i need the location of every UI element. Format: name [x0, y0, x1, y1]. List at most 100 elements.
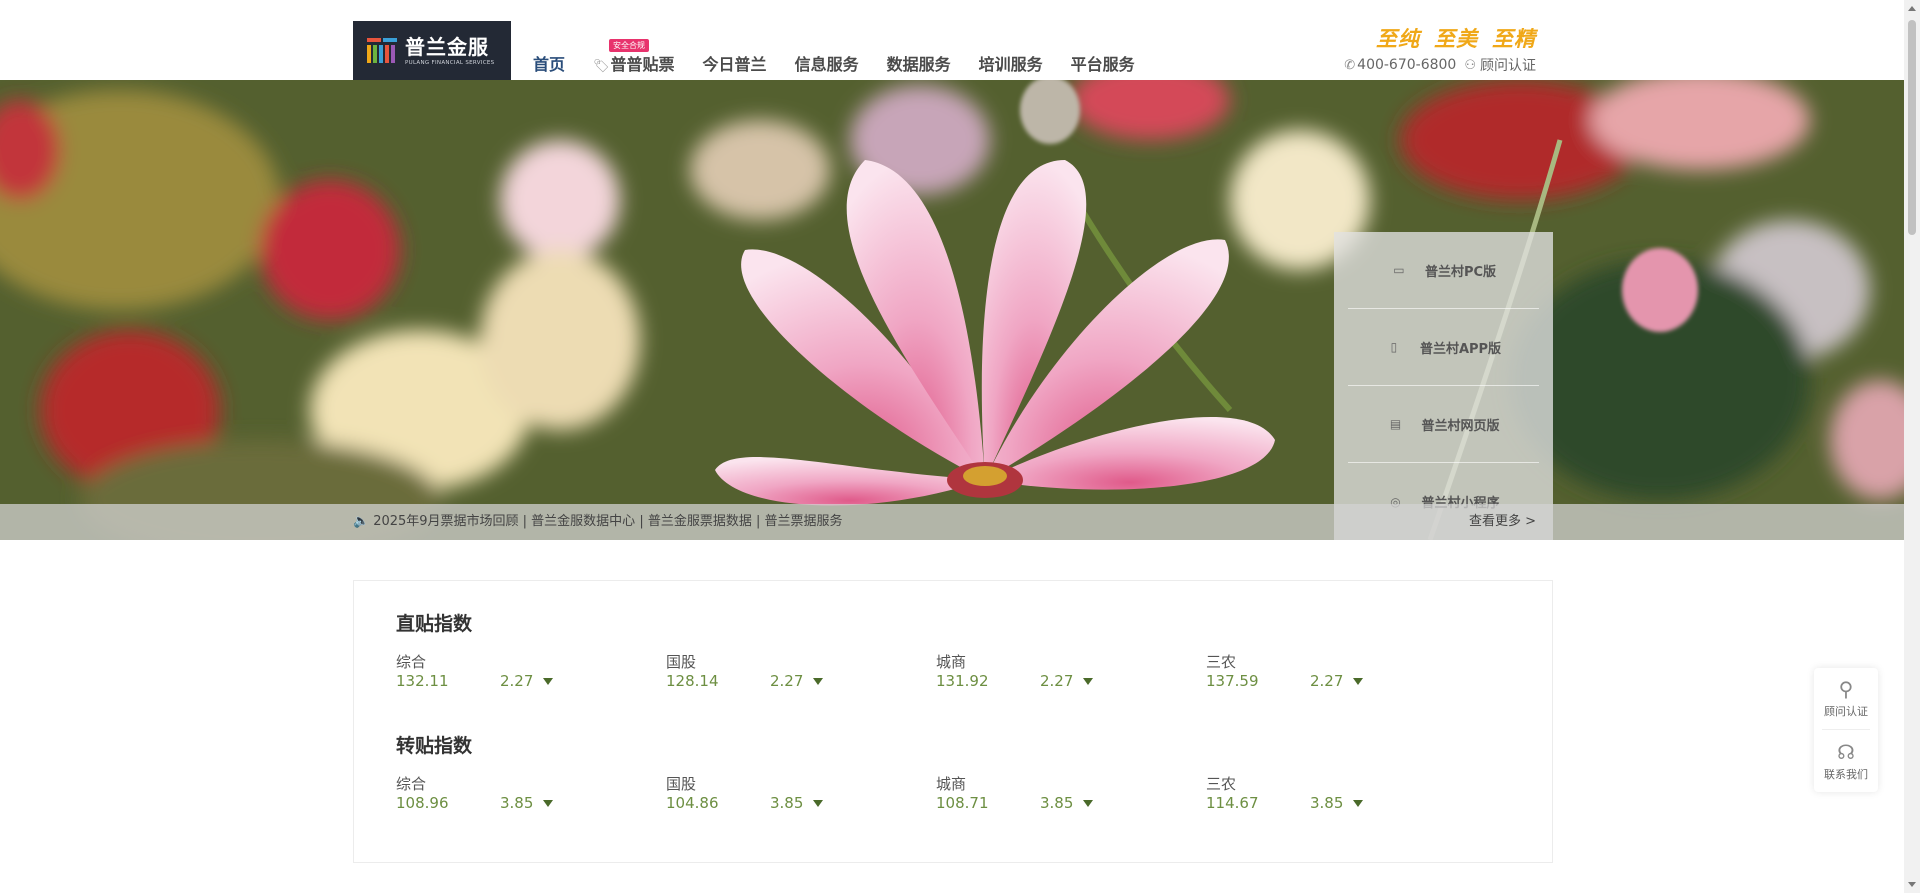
index-name: 三农 [1206, 653, 1237, 671]
hero-banner[interactable]: ▭ 普兰村PC版 ▯ 普兰村APP版 ▤ 普兰村网页版 ◎ 普兰村小程序 [0, 80, 1904, 540]
rediscount-index: 转贴指数 综合 108.96 3.85 国股 104.86 3.85 城商 108.… [396, 733, 1476, 813]
index-item[interactable]: 国股 128.14 2.27 [666, 653, 936, 691]
down-arrow-icon [1083, 799, 1094, 807]
index-change: 2.27 [1310, 672, 1344, 690]
index-change: 2.27 [770, 672, 804, 690]
platform-web-link[interactable]: ▤ 普兰村网页版 [1348, 386, 1539, 463]
nav-item-training-service[interactable]: 培训服务 [979, 54, 1043, 78]
nav-item-home[interactable]: 首页 [533, 54, 565, 78]
brand-logo[interactable]: 普兰金服 PULANG FINANCIAL SERVICES [353, 21, 511, 80]
flower-banner-image [0, 80, 1904, 540]
nav-item-platform-service[interactable]: 平台服务 [1071, 54, 1135, 78]
scroll-up-arrow-icon[interactable] [1908, 6, 1916, 11]
index-row: 综合 132.11 2.27 国股 128.14 2.27 城商 131.92 2.2… [396, 653, 1476, 691]
hotline-number: 400-670-6800 [1357, 57, 1457, 73]
monitor-icon: ▭ [1393, 263, 1405, 277]
index-row: 综合 108.96 3.85 国股 104.86 3.85 城商 108.71 3.8… [396, 775, 1476, 813]
page-scrollbar[interactable] [1904, 0, 1920, 893]
index-name: 综合 [396, 775, 427, 793]
nav-item-data-service[interactable]: 数据服务 [887, 54, 951, 78]
down-arrow-icon [543, 799, 554, 807]
index-name: 城商 [936, 653, 967, 671]
index-value: 132.11 [396, 672, 449, 690]
nav-item-today[interactable]: 今日普兰 [703, 54, 767, 78]
index-change: 3.85 [1310, 794, 1344, 812]
view-more-link[interactable]: 查看更多 > [1469, 504, 1536, 540]
down-arrow-icon [543, 677, 554, 685]
index-panel: 直贴指数 综合 132.11 2.27 国股 128.14 2.27 城商 131.… [353, 580, 1553, 863]
section-title: 转贴指数 [396, 735, 473, 757]
platform-label: 普兰村PC版 [1424, 264, 1497, 280]
platform-label: 普兰村网页版 [1421, 418, 1500, 434]
nav-item-label: 今日普兰 [702, 55, 767, 74]
user-group-icon: ⚇ [1464, 57, 1476, 73]
index-item[interactable]: 国股 104.86 3.85 [666, 775, 936, 813]
index-change: 3.85 [1040, 794, 1074, 812]
index-name: 城商 [936, 775, 967, 793]
index-item[interactable]: 城商 108.71 3.85 [936, 775, 1206, 813]
headset-icon: ☊ [1837, 739, 1855, 764]
tablet-icon: ▯ [1390, 340, 1398, 354]
index-value: 131.92 [936, 672, 989, 690]
index-value: 114.67 [1206, 794, 1259, 812]
index-change: 3.85 [500, 794, 534, 812]
notice-text: 2025年9月票据市场回顾 | 普兰金服数据中心 | 普兰金服票据数据 | 普兰… [373, 514, 843, 529]
index-item[interactable]: 综合 132.11 2.27 [396, 653, 666, 691]
scroll-down-arrow-icon[interactable] [1908, 882, 1916, 887]
nav-item-label: 平台服务 [1070, 55, 1135, 74]
nav-item-info-service[interactable]: 信息服务 [795, 54, 859, 78]
header-contact: ✆ 400-670-6800 ⚇ 顾问认证 [1344, 55, 1536, 75]
float-label: 顾问认证 [1824, 705, 1868, 718]
index-name: 三农 [1206, 775, 1237, 793]
down-arrow-icon [1353, 677, 1364, 685]
floating-toolbar: ⚲ 顾问认证 ☊ 联系我们 [1814, 668, 1878, 792]
index-value: 108.96 [396, 794, 449, 812]
phone-icon: ✆ [1344, 57, 1356, 73]
slogan-word: 至美 [1434, 27, 1478, 51]
scrollbar-thumb[interactable] [1908, 20, 1916, 235]
consultant-auth-label: 顾问认证 [1480, 58, 1536, 74]
browser-icon: ▤ [1389, 417, 1402, 431]
float-consultant-button[interactable]: ⚲ 顾问认证 [1822, 668, 1870, 730]
down-arrow-icon [1083, 677, 1094, 685]
index-change: 3.85 [770, 794, 804, 812]
nav-item-label: 培训服务 [978, 55, 1043, 74]
direct-discount-index: 直贴指数 综合 132.11 2.27 国股 128.14 2.27 城商 131.… [396, 611, 1476, 691]
index-item[interactable]: 城商 131.92 2.27 [936, 653, 1206, 691]
nav-item-label: 数据服务 [886, 55, 951, 74]
float-contact-button[interactable]: ☊ 联系我们 [1814, 730, 1878, 792]
index-value: 128.14 [666, 672, 719, 690]
index-name: 综合 [396, 653, 427, 671]
consultant-auth-link[interactable]: ⚇ 顾问认证 [1464, 55, 1536, 75]
platform-app-link[interactable]: ▯ 普兰村APP版 [1348, 309, 1539, 386]
logo-subtitle: PULANG FINANCIAL SERVICES [405, 59, 495, 66]
float-label: 联系我们 [1824, 767, 1868, 781]
index-item[interactable]: 三农 114.67 3.85 [1206, 775, 1476, 813]
down-arrow-icon [813, 677, 824, 685]
slogan-word: 至纯 [1376, 27, 1420, 51]
index-change: 2.27 [500, 672, 534, 690]
index-item[interactable]: 综合 108.96 3.85 [396, 775, 666, 813]
nav-item-label: 普普贴票 [610, 55, 675, 74]
index-name: 国股 [666, 775, 697, 793]
section-title: 直贴指数 [396, 613, 473, 635]
index-value: 137.59 [1206, 672, 1259, 690]
nav-item-pupu-discount[interactable]: 安全合规 🏷普普贴票 [593, 39, 675, 78]
notice-bar: 🔈 2025年9月票据市场回顾 | 普兰金服数据中心 | 普兰金服票据数据 | 普… [0, 504, 1904, 540]
index-item[interactable]: 三农 137.59 2.27 [1206, 653, 1476, 691]
down-arrow-icon [1353, 799, 1364, 807]
user-icon: ⚲ [1838, 677, 1854, 701]
notice-marquee[interactable]: 🔈 2025年9月票据市场回顾 | 普兰金服数据中心 | 普兰金服票据数据 | 普… [353, 504, 842, 540]
platform-label: 普兰村APP版 [1419, 341, 1502, 357]
slogan-word: 至精 [1492, 27, 1536, 51]
platform-pc-link[interactable]: ▭ 普兰村PC版 [1348, 232, 1539, 309]
index-value: 108.71 [936, 794, 989, 812]
platform-menu: ▭ 普兰村PC版 ▯ 普兰村APP版 ▤ 普兰村网页版 ◎ 普兰村小程序 [1334, 232, 1553, 540]
index-value: 104.86 [666, 794, 719, 812]
index-name: 国股 [666, 653, 697, 671]
nav-item-label: 首页 [533, 55, 566, 74]
logo-mark-icon [367, 36, 397, 66]
safety-compliance-badge: 安全合规 [609, 39, 650, 52]
main-nav: 首页 安全合规 🏷普普贴票 今日普兰 信息服务 数据服务 培训服务 平台服务 [533, 39, 1163, 78]
down-arrow-icon [813, 799, 824, 807]
